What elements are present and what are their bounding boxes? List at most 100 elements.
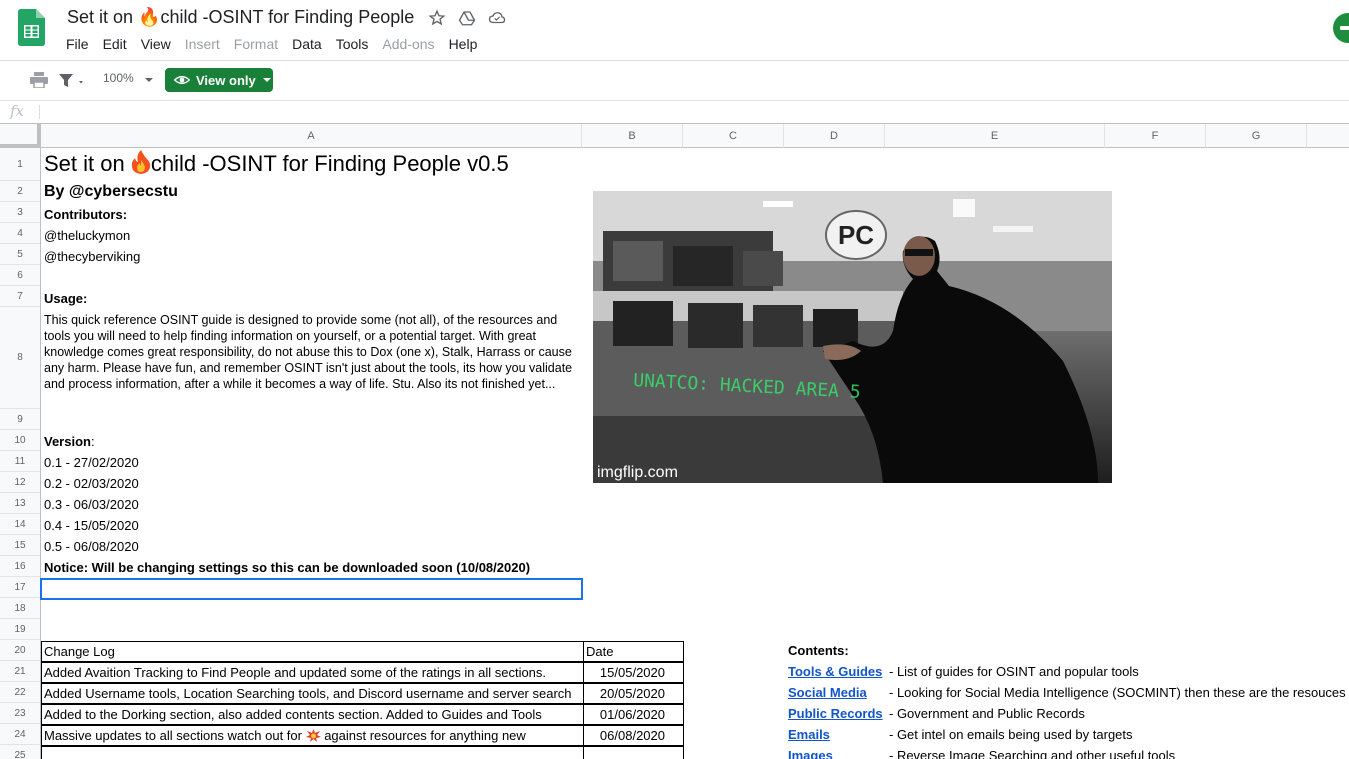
contents-link-tools-guides[interactable]: Tools & Guides	[788, 664, 882, 679]
contributor-cell[interactable]: @thecyberviking	[44, 246, 140, 267]
row-header-17[interactable]: 17	[0, 577, 40, 598]
row-header-18[interactable]: 18	[0, 598, 40, 619]
changelog-date-header[interactable]: Date	[583, 641, 684, 662]
row-header-3[interactable]: 3	[0, 202, 40, 223]
row-header-20[interactable]: 20	[0, 640, 40, 661]
changelog-entry[interactable]: Massive updates to all sections watch ou…	[41, 725, 584, 746]
contributors-label[interactable]: Contributors:	[44, 204, 127, 225]
changelog-header[interactable]: Change Log	[41, 641, 584, 662]
column-header-c[interactable]: C	[683, 124, 784, 148]
selected-cell-a17[interactable]	[40, 578, 583, 600]
cloud-status-icon[interactable]	[488, 9, 506, 27]
move-to-drive-icon[interactable]	[458, 9, 476, 27]
menu-item-edit[interactable]: Edit	[96, 34, 134, 54]
column-header-d[interactable]: D	[784, 124, 885, 148]
changelog-entry[interactable]: Added to the Dorking section, also added…	[41, 704, 584, 725]
contents-heading[interactable]: Contents:	[788, 643, 849, 658]
row-header-2[interactable]: 2	[0, 181, 40, 202]
row-header-21[interactable]: 21	[0, 661, 40, 682]
row-header-15[interactable]: 15	[0, 535, 40, 556]
version-cell[interactable]: 0.4 - 15/05/2020	[44, 515, 139, 536]
view-only-button[interactable]: View only	[165, 68, 273, 92]
column-header-e[interactable]: E	[885, 124, 1105, 148]
menu-item-format[interactable]: Format	[227, 34, 285, 54]
contents-link-images[interactable]: Images	[788, 748, 833, 759]
column-header-b[interactable]: B	[582, 124, 683, 148]
column-headers: ABCDEFG	[41, 124, 1349, 148]
menu-item-insert[interactable]: Insert	[178, 34, 227, 54]
zoom-select[interactable]: 100%	[103, 71, 134, 85]
menu-item-view[interactable]: View	[134, 34, 178, 54]
menu-item-help[interactable]: Help	[442, 34, 485, 54]
contents-link-public-records[interactable]: Public Records	[788, 706, 883, 721]
contents-description[interactable]: - Get intel on emails being used by targ…	[889, 727, 1133, 742]
row-header-23[interactable]: 23	[0, 703, 40, 724]
column-header-a[interactable]: A	[41, 124, 582, 148]
contents-description[interactable]: - List of guides for OSINT and popular t…	[889, 664, 1139, 679]
menu-item-add-ons[interactable]: Add-ons	[375, 34, 441, 54]
version-cell[interactable]: 0.5 - 06/08/2020	[44, 536, 139, 557]
version-label-cell[interactable]: Version:	[44, 431, 95, 452]
contents-description[interactable]: - Looking for Social Media Intelligence …	[889, 685, 1346, 700]
select-all-corner[interactable]	[0, 124, 41, 148]
embedded-gif-image[interactable]: PC UNATCO: HACKED AREA 5 imgflip.com	[593, 191, 1112, 483]
menu-item-tools[interactable]: Tools	[329, 34, 376, 54]
print-icon[interactable]	[30, 72, 48, 88]
changelog-entry[interactable]: Added Avaition Tracking to Find People a…	[41, 662, 584, 683]
row-header-10[interactable]: 10	[0, 430, 40, 451]
changelog-date[interactable]: 06/08/2020	[583, 725, 684, 746]
version-cell[interactable]: 0.2 - 02/03/2020	[44, 473, 139, 494]
formula-bar[interactable]: fx	[0, 100, 1349, 124]
menu-item-file[interactable]: File	[59, 34, 96, 54]
zoom-caret-icon[interactable]	[145, 78, 153, 82]
usage-label[interactable]: Usage:	[44, 288, 87, 309]
sheet-title-cell[interactable]: Set it on child -OSINT for Finding Peopl…	[44, 150, 509, 177]
row-header-11[interactable]: 11	[0, 451, 40, 472]
version-cell[interactable]: 0.3 - 06/03/2020	[44, 494, 139, 515]
contents-description[interactable]: - Reverse Image Searching and other usef…	[889, 748, 1175, 759]
row-header-24[interactable]: 24	[0, 724, 40, 745]
row-header-8[interactable]: 8	[0, 307, 40, 409]
row-header-19[interactable]: 19	[0, 619, 40, 640]
row-header-14[interactable]: 14	[0, 514, 40, 535]
usage-text-cell[interactable]: This quick reference OSINT guide is desi…	[44, 312, 584, 392]
changelog-entry-empty[interactable]	[41, 746, 584, 759]
version-colon: :	[90, 434, 95, 449]
app-header: Set it on 🔥child -OSINT for Finding Peop…	[0, 0, 1349, 61]
changelog-date[interactable]: 01/06/2020	[583, 704, 684, 725]
gif-sign-text: PC	[838, 220, 874, 250]
changelog-entry[interactable]: Added Username tools, Location Searching…	[41, 683, 584, 704]
changelog-date[interactable]: 20/05/2020	[583, 683, 684, 704]
document-title[interactable]: Set it on 🔥child -OSINT for Finding Peop…	[67, 7, 414, 28]
row-header-16[interactable]: 16	[0, 556, 40, 577]
row-header-1[interactable]: 1	[0, 148, 40, 181]
notice-cell[interactable]: Notice: Will be changing settings so thi…	[44, 557, 530, 578]
row-header-5[interactable]: 5	[0, 244, 40, 265]
row-headers: 1 2 3 4 5 6 7 8 9 10 11 12 13 14 15 16 17 18 19 20 21 22 23 24 2…	[0, 148, 41, 759]
contents-link-emails[interactable]: Emails	[788, 727, 830, 742]
column-header[interactable]	[1307, 124, 1349, 148]
account-avatar[interactable]	[1333, 13, 1349, 43]
row-header-9[interactable]: 9	[0, 409, 40, 430]
google-sheets-logo-icon[interactable]	[18, 9, 45, 46]
filter-icon[interactable]	[58, 73, 86, 89]
changelog-date[interactable]: 15/05/2020	[583, 662, 684, 683]
author-cell[interactable]: By @cybersecstu	[44, 183, 178, 201]
version-cell[interactable]: 0.1 - 27/02/2020	[44, 452, 139, 473]
contents-link-social-media[interactable]: Social Media	[788, 685, 867, 700]
column-header-f[interactable]: F	[1105, 124, 1206, 148]
row-header-22[interactable]: 22	[0, 682, 40, 703]
changelog-date-empty[interactable]	[583, 746, 684, 759]
row-header-12[interactable]: 12	[0, 472, 40, 493]
row-header-7[interactable]: 7	[0, 286, 40, 307]
column-header-g[interactable]: G	[1206, 124, 1307, 148]
row-header-13[interactable]: 13	[0, 493, 40, 514]
menu-item-data[interactable]: Data	[285, 34, 329, 54]
star-icon[interactable]	[428, 9, 446, 27]
contents-description[interactable]: - Government and Public Records	[889, 706, 1085, 721]
row-header-25[interactable]: 25	[0, 745, 40, 759]
row-header-4[interactable]: 4	[0, 223, 40, 244]
fire-emoji-icon	[131, 150, 151, 174]
row-header-6[interactable]: 6	[0, 265, 40, 286]
contributor-cell[interactable]: @theluckymon	[44, 225, 130, 246]
